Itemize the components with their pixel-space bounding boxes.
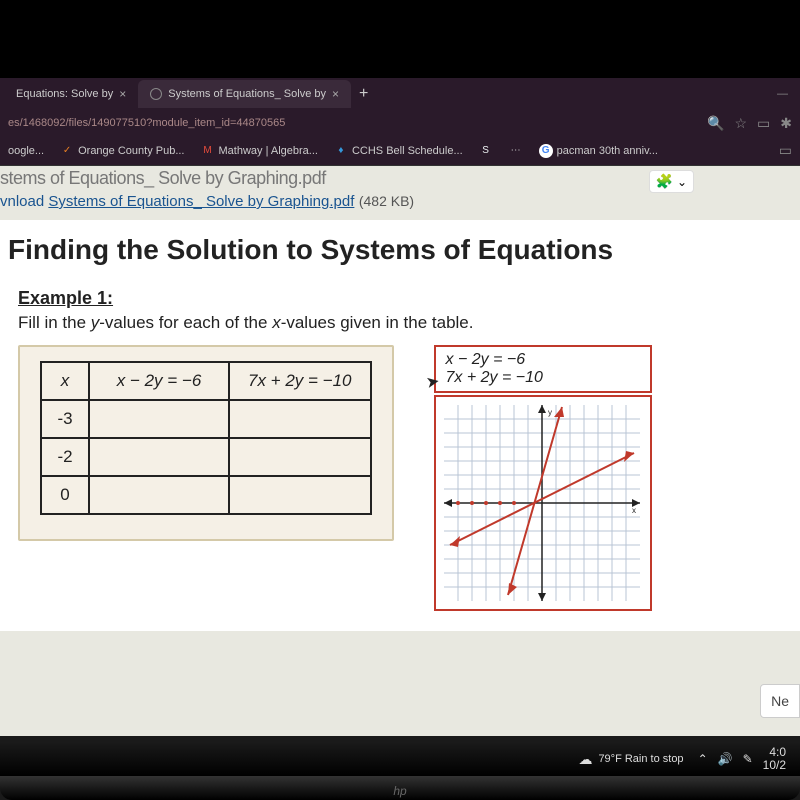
loading-icon: [150, 88, 162, 100]
equation-box: x − 2y = −6 7x + 2y = −10: [434, 345, 652, 393]
graph-container: y x: [434, 395, 652, 611]
url-bar[interactable]: es/1468092/files/149077510?module_item_i…: [0, 110, 800, 136]
next-button[interactable]: Ne: [760, 684, 800, 718]
bookmark-cchs[interactable]: ♦ CCHS Bell Schedule...: [334, 144, 463, 158]
edit-icon[interactable]: ✎: [743, 752, 753, 766]
download-prefix: vnload: [0, 193, 48, 210]
table-row: 0: [41, 476, 371, 514]
page-heading: Finding the Solution to Systems of Equat…: [4, 228, 800, 278]
y-value-cell[interactable]: [229, 400, 371, 438]
hp-logo: hp: [393, 784, 406, 798]
y-value-cell[interactable]: [89, 400, 229, 438]
svg-text:y: y: [548, 408, 552, 417]
bookmark-google[interactable]: oogle...: [8, 145, 44, 157]
graph-svg: y x: [444, 405, 640, 601]
dots-icon: ⋯: [509, 144, 523, 158]
example-instruction: Fill in the y-values for each of the x-v…: [18, 313, 796, 333]
clock[interactable]: 4:0 10/2: [763, 746, 786, 772]
sound-icon[interactable]: 🔊: [718, 752, 733, 766]
equation-1: x − 2y = −6: [446, 351, 640, 369]
reading-list-icon[interactable]: ▭: [779, 142, 792, 159]
tab-label: Systems of Equations_ Solve by: [168, 88, 326, 100]
y-value-cell[interactable]: [229, 438, 371, 476]
x-value: -3: [41, 400, 89, 438]
bookmark-label: CCHS Bell Schedule...: [352, 145, 463, 157]
table-row: -3: [41, 400, 371, 438]
values-table-container: x x − 2y = −6 7x + 2y = −10 -3 -2: [18, 345, 394, 541]
tab-bar: Equations: Solve by × Systems of Equatio…: [0, 78, 800, 110]
tab-active[interactable]: Systems of Equations_ Solve by ×: [138, 80, 351, 108]
check-icon: ✓: [60, 144, 74, 158]
table-header-eq1: x − 2y = −6: [89, 362, 229, 400]
table-header-eq2: 7x + 2y = −10: [229, 362, 371, 400]
weather-widget[interactable]: ☁ 79°F Rain to stop: [578, 751, 683, 768]
shield-icon: ♦: [334, 144, 348, 158]
bookmark-dots[interactable]: ⋯: [509, 144, 523, 158]
equation-2: 7x + 2y = −10: [446, 369, 640, 387]
search-icon[interactable]: 🔍: [707, 115, 724, 132]
star-icon[interactable]: ☆: [734, 115, 747, 132]
weather-text: 79°F Rain to stop: [598, 753, 683, 765]
table-header-x: x: [41, 362, 89, 400]
bookmark-label: Mathway | Algebra...: [219, 145, 318, 157]
bookmark-s[interactable]: S: [479, 144, 493, 158]
tab-inactive[interactable]: Equations: Solve by ×: [4, 80, 138, 108]
taskbar: ☁ 79°F Rain to stop ⌃ 🔊 ✎ 4:0 10/2: [0, 742, 800, 776]
chevron-down-icon: ⌄: [677, 175, 687, 189]
cloud-icon: ☁: [578, 751, 592, 768]
graph-panel: x − 2y = −6 7x + 2y = −10: [434, 345, 652, 611]
bookmark-mathway[interactable]: M Mathway | Algebra...: [201, 144, 318, 158]
minimize-icon[interactable]: —: [777, 88, 788, 100]
puzzle-icon: 🧩: [656, 173, 673, 190]
url-text: es/1468092/files/149077510?module_item_i…: [8, 117, 285, 129]
extension-dropdown[interactable]: 🧩 ⌄: [649, 170, 695, 193]
close-icon[interactable]: ×: [119, 87, 126, 101]
x-value: -2: [41, 438, 89, 476]
bookmark-label: Orange County Pub...: [78, 145, 184, 157]
bookmark-label: pacman 30th anniv...: [557, 145, 658, 157]
file-size: (482 KB): [359, 193, 414, 209]
extension-icon[interactable]: ✱: [780, 115, 792, 132]
tab-label: Equations: Solve by: [16, 88, 113, 100]
date: 10/2: [763, 759, 786, 772]
values-table: x x − 2y = −6 7x + 2y = −10 -3 -2: [40, 361, 372, 515]
y-value-cell[interactable]: [229, 476, 371, 514]
s-icon: S: [479, 144, 493, 158]
svg-text:x: x: [632, 506, 636, 515]
mathway-icon: M: [201, 144, 215, 158]
download-link[interactable]: Systems of Equations_ Solve by Graphing.…: [48, 189, 354, 220]
y-value-cell[interactable]: [89, 476, 229, 514]
bookmarks-bar: oogle... ✓ Orange County Pub... M Mathwa…: [0, 136, 800, 166]
new-tab-button[interactable]: +: [359, 85, 368, 103]
bookmark-pacman[interactable]: G pacman 30th anniv...: [539, 144, 658, 158]
y-value-cell[interactable]: [89, 438, 229, 476]
page-content: 🧩 ⌄ stems of Equations_ Solve by Graphin…: [0, 166, 800, 736]
table-row: -2: [41, 438, 371, 476]
x-value: 0: [41, 476, 89, 514]
bookmark-orange-county[interactable]: ✓ Orange County Pub...: [60, 144, 184, 158]
bookmark-label: oogle...: [8, 145, 44, 157]
close-icon[interactable]: ×: [332, 87, 339, 101]
google-icon: G: [539, 144, 553, 158]
example-label: Example 1:: [18, 288, 796, 309]
reading-list-icon[interactable]: ▭: [757, 115, 770, 132]
tray-chevron-icon[interactable]: ⌃: [698, 752, 708, 766]
